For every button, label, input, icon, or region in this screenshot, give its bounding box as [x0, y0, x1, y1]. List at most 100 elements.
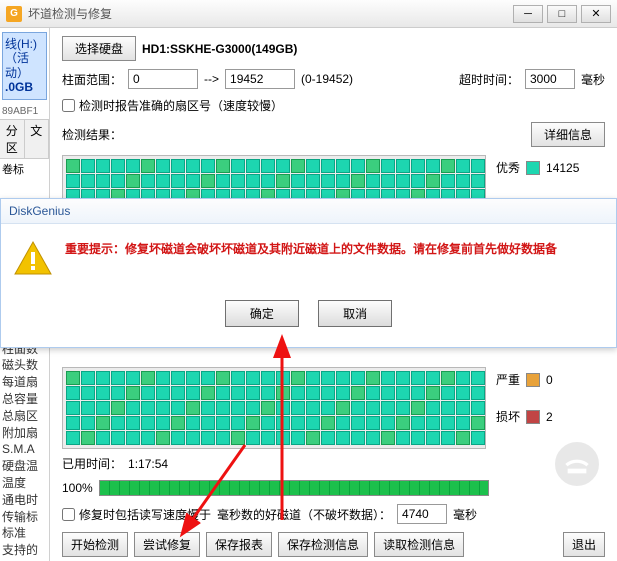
sector-cell — [201, 174, 215, 188]
sector-cell — [246, 174, 260, 188]
sector-cell — [396, 174, 410, 188]
sector-cell — [276, 431, 290, 445]
sector-cell — [381, 401, 395, 415]
sector-cell — [66, 401, 80, 415]
sector-cell — [186, 174, 200, 188]
detail-button[interactable]: 详细信息 — [531, 122, 605, 147]
sector-cell — [156, 416, 170, 430]
sector-cell — [426, 159, 440, 173]
sector-cell — [96, 386, 110, 400]
sector-cell — [321, 401, 335, 415]
accurate-sector-checkbox[interactable]: 检测时报告准确的扇区号（速度较慢） — [62, 97, 283, 114]
minimize-button[interactable]: ─ — [513, 5, 543, 23]
sector-cell — [441, 416, 455, 430]
app-icon: G — [6, 6, 22, 22]
sector-cell — [126, 159, 140, 173]
sector-cell — [306, 174, 320, 188]
tab-file[interactable]: 文 — [25, 120, 50, 158]
sector-cell — [441, 401, 455, 415]
try-repair-button[interactable]: 尝试修复 — [134, 532, 200, 557]
sector-cell — [336, 371, 350, 385]
sector-cell — [141, 159, 155, 173]
sector-cell — [171, 174, 185, 188]
sector-cell — [66, 431, 80, 445]
legend2: 严重0 损坏2 — [496, 367, 553, 449]
sector-cell — [66, 159, 80, 173]
confirm-dialog: DiskGenius 重要提示：修复坏磁道会破坏坏磁道及其附近磁道上的文件数据。… — [0, 198, 617, 348]
sector-cell — [261, 371, 275, 385]
sector-cell — [231, 386, 245, 400]
sector-cell — [231, 371, 245, 385]
sector-cell — [111, 401, 125, 415]
legend-severe-count: 0 — [546, 373, 553, 387]
cylinder-to-input[interactable] — [225, 69, 295, 89]
sector-cell — [411, 159, 425, 173]
sector-cell — [141, 416, 155, 430]
maximize-button[interactable]: □ — [547, 5, 577, 23]
save-report-button[interactable]: 保存报表 — [206, 532, 272, 557]
timeout-label: 超时时间： — [459, 71, 519, 88]
sector-cell — [126, 371, 140, 385]
read-scan-info-button[interactable]: 读取检测信息 — [374, 532, 464, 557]
sector-cell — [231, 416, 245, 430]
sector-cell — [231, 401, 245, 415]
sector-cell — [96, 371, 110, 385]
sector-cell — [216, 386, 230, 400]
sector-cell — [411, 174, 425, 188]
sector-cell — [66, 371, 80, 385]
repair-slow-check-input[interactable] — [62, 508, 75, 521]
sector-cell — [426, 386, 440, 400]
sector-cell — [366, 159, 380, 173]
cylinder-from-input[interactable] — [128, 69, 198, 89]
repair-slow-checkbox[interactable]: 修复时包括读写速度慢于 — [62, 506, 211, 523]
swatch-excellent — [526, 161, 540, 175]
sector-cell — [456, 371, 470, 385]
sector-cell — [336, 431, 350, 445]
sector-cell — [216, 371, 230, 385]
select-disk-button[interactable]: 选择硬盘 — [62, 36, 136, 61]
sector-cell — [141, 431, 155, 445]
sector-cell — [186, 401, 200, 415]
sector-cell — [186, 431, 200, 445]
sector-cell — [186, 386, 200, 400]
close-button[interactable]: ✕ — [581, 5, 611, 23]
sector-cell — [216, 174, 230, 188]
sector-cell — [156, 174, 170, 188]
sector-cell — [246, 371, 260, 385]
sector-cell — [171, 386, 185, 400]
sector-cell — [261, 159, 275, 173]
watermark: 路由器 luyouqi.com — [545, 440, 609, 521]
elapsed-value: 1:17:54 — [128, 457, 168, 471]
sector-cell — [411, 416, 425, 430]
tab-partition[interactable]: 分区 — [0, 120, 25, 158]
sector-cell — [396, 416, 410, 430]
start-scan-button[interactable]: 开始检测 — [62, 532, 128, 557]
router-icon — [553, 440, 601, 488]
sector-cell — [291, 431, 305, 445]
sector-cell — [201, 371, 215, 385]
sector-cell — [441, 159, 455, 173]
exit-button[interactable]: 退出 — [563, 532, 605, 557]
dialog-message: 重要提示：修复坏磁道会破坏坏磁道及其附近磁道上的文件数据。请在修复前首先做好数据… — [65, 240, 557, 259]
sector-cell — [66, 386, 80, 400]
elapsed-label: 已用时间： — [62, 455, 122, 472]
disk-tile[interactable]: 线(H:) （活动） .0GB — [2, 32, 47, 100]
cancel-button[interactable]: 取消 — [318, 300, 392, 327]
sector-cell — [141, 401, 155, 415]
accurate-check-input[interactable] — [62, 99, 75, 112]
sector-cell — [351, 416, 365, 430]
save-scan-info-button[interactable]: 保存检测信息 — [278, 532, 368, 557]
sector-cell — [456, 416, 470, 430]
repair-threshold-input[interactable] — [397, 504, 447, 524]
sector-cell — [171, 416, 185, 430]
sector-cell — [321, 386, 335, 400]
sector-cell — [351, 371, 365, 385]
sector-cell — [96, 401, 110, 415]
sector-cell — [321, 159, 335, 173]
timeout-input[interactable] — [525, 69, 575, 89]
disk-size: .0GB — [5, 80, 44, 94]
sector-cell — [381, 174, 395, 188]
sector-cell — [156, 401, 170, 415]
ok-button[interactable]: 确定 — [225, 300, 299, 327]
sector-cell — [396, 431, 410, 445]
